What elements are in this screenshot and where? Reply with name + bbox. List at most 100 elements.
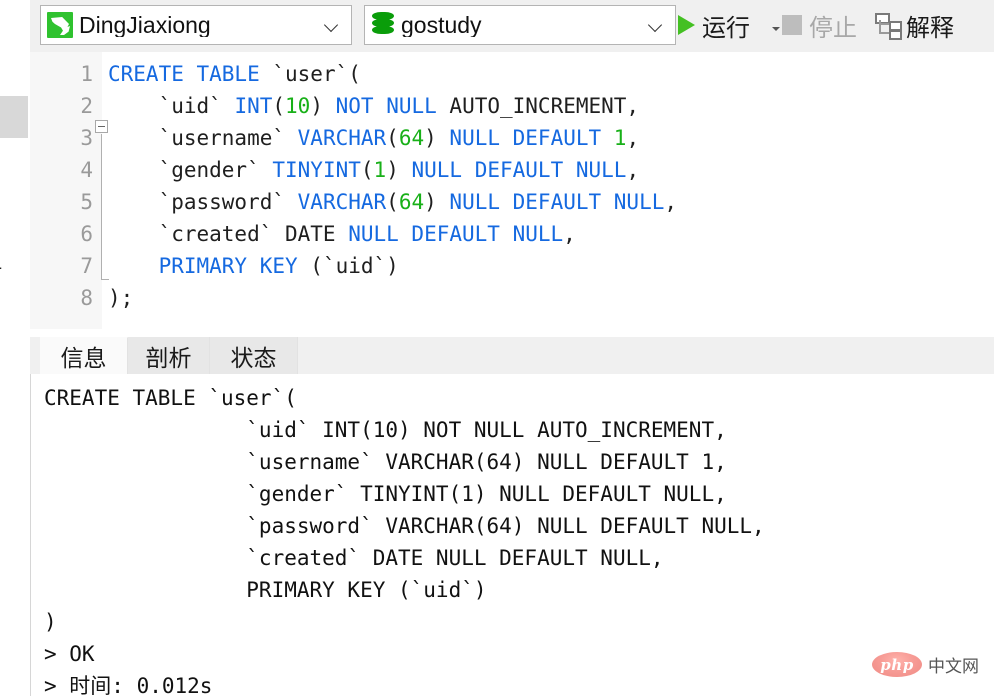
- run-button[interactable]: 运行: [678, 5, 780, 45]
- output-line: CREATE TABLE `user`(: [44, 386, 297, 410]
- code-token: `created` DATE: [108, 222, 349, 246]
- tab-info-label: 信息: [60, 345, 107, 371]
- chevron-down-icon[interactable]: [323, 16, 341, 34]
- stop-square-icon: [782, 15, 802, 35]
- code-token: 1: [613, 126, 627, 150]
- play-triangle-icon: [678, 15, 695, 35]
- code-token: `username`: [108, 126, 298, 150]
- line-number: 4: [80, 158, 93, 182]
- code-token: NULL DEFAULT NULL: [449, 190, 665, 214]
- tab-info[interactable]: 信息: [40, 337, 128, 374]
- editor-code-area[interactable]: CREATE TABLE `user`( `uid` INT(10) NOT N…: [102, 52, 994, 329]
- connection-name: DingJiaxiong: [79, 13, 211, 37]
- code-token: NULL DEFAULT: [449, 126, 614, 150]
- database-name: gostudy: [401, 13, 482, 37]
- code-token: 1: [373, 158, 387, 182]
- code-line: `password` VARCHAR(64) NULL DEFAULT NULL…: [102, 186, 994, 218]
- code-token: TINYINT: [272, 158, 361, 182]
- code-token: NULL DEFAULT NULL: [411, 158, 627, 182]
- code-line: `gender` TINYINT(1) NULL DEFAULT NULL,: [102, 154, 994, 186]
- code-line: PRIMARY KEY (`uid`): [102, 250, 994, 282]
- output-line: `username` VARCHAR(64) NULL DEFAULT 1,: [44, 450, 727, 474]
- line-number: 1: [80, 62, 93, 86]
- code-line: `uid` INT(10) NOT NULL AUTO_INCREMENT,: [102, 90, 994, 122]
- output-line: ): [44, 610, 57, 634]
- code-token: NULL DEFAULT NULL: [348, 222, 564, 246]
- code-line: CREATE TABLE `user`(: [102, 58, 994, 90]
- code-token: `gender`: [108, 158, 273, 182]
- code-token: ): [310, 94, 336, 118]
- mysql-dolphin-icon: [47, 12, 73, 38]
- code-token: ): [424, 190, 450, 214]
- sidebar-selected-block: [0, 96, 28, 138]
- php-logo-text: php: [880, 655, 914, 674]
- code-token: VARCHAR: [297, 190, 387, 214]
- connection-select[interactable]: DingJiaxiong: [40, 5, 352, 45]
- code-token: (: [386, 190, 399, 214]
- explain-button-label: 解释: [906, 14, 954, 42]
- stop-button[interactable]: 停止: [782, 5, 857, 45]
- results-tab-strip: 信息 剖析 状态: [30, 337, 994, 374]
- code-token: PRIMARY KEY: [158, 254, 311, 278]
- output-line: PRIMARY KEY (`uid`): [44, 578, 487, 602]
- output-line: `password` VARCHAR(64) NULL DEFAULT NULL…: [44, 514, 765, 538]
- php-logo-icon: php: [872, 652, 922, 677]
- output-line: `created` DATE NULL DEFAULT NULL,: [44, 546, 664, 570]
- code-token: CREATE TABLE: [108, 62, 273, 86]
- code-token: AUTO_INCREMENT,: [449, 94, 640, 118]
- tab-profile[interactable]: 剖析: [128, 337, 210, 374]
- code-token: INT: [234, 94, 273, 118]
- code-line: `username` VARCHAR(64) NULL DEFAULT 1,: [102, 122, 994, 154]
- code-token: 10: [285, 94, 311, 118]
- fold-region-line: [101, 134, 102, 280]
- line-number: 7: [80, 254, 93, 278]
- line-number: 3: [80, 126, 93, 150]
- code-token: );: [108, 286, 134, 310]
- sql-editor[interactable]: 12345678 CREATE TABLE `user`( `uid` INT(…: [30, 52, 994, 329]
- line-number: 5: [80, 190, 93, 214]
- code-token: (: [272, 94, 286, 118]
- explain-tree-icon: [875, 12, 902, 40]
- code-token: ,: [563, 222, 576, 246]
- output-line: `uid` INT(10) NOT NULL AUTO_INCREMENT,: [44, 418, 727, 442]
- line-number: 2: [80, 94, 93, 118]
- code-token: `password`: [108, 190, 298, 214]
- line-number: 6: [80, 222, 93, 246]
- fold-collapse-icon[interactable]: [95, 120, 108, 133]
- watermark: php 中文网: [872, 652, 979, 677]
- results-panel: 信息 剖析 状态 CREATE TABLE `user`( `uid` INT(…: [30, 329, 994, 696]
- watermark-site-text: 中文网: [928, 657, 979, 676]
- code-line: `created` DATE NULL DEFAULT NULL,: [102, 218, 994, 250]
- code-token: VARCHAR: [297, 126, 387, 150]
- chevron-down-icon[interactable]: [647, 16, 665, 34]
- code-token: ): [424, 126, 450, 150]
- fold-region-foot: [101, 279, 109, 280]
- code-token: (`uid`): [310, 254, 399, 278]
- tab-status[interactable]: 状态: [210, 337, 298, 374]
- tab-profile-label: 剖析: [145, 344, 192, 371]
- database-cylinder-icon: [371, 11, 395, 39]
- sidebar-remnant: a na: [0, 0, 30, 696]
- code-token: ,: [626, 158, 640, 182]
- code-token: 64: [398, 190, 425, 214]
- output-line: > OK: [44, 642, 95, 666]
- code-token: (: [360, 158, 374, 182]
- line-number: 8: [80, 286, 93, 310]
- results-output: CREATE TABLE `user`( `uid` INT(10) NOT N…: [30, 374, 994, 696]
- run-button-label: 运行: [702, 14, 750, 42]
- sidebar-text-fragment-2: na: [0, 251, 1, 275]
- output-line: > 时间: 0.012s: [44, 674, 213, 696]
- code-token: ): [386, 158, 412, 182]
- caret-down-icon[interactable]: [772, 27, 780, 31]
- database-select[interactable]: gostudy: [364, 5, 676, 45]
- code-token: `uid`: [108, 94, 235, 118]
- stop-button-label: 停止: [809, 14, 857, 42]
- editor-gutter: 1 2 3 4 5 6 7 8: [30, 52, 102, 329]
- explain-button[interactable]: 解释: [875, 5, 954, 45]
- toolbar: DingJiaxiong gostudy 运行 停止 解释: [30, 0, 994, 53]
- code-token: ,: [664, 190, 678, 214]
- code-token: ,: [626, 126, 640, 150]
- code-line: );: [102, 282, 994, 314]
- tab-status-label: 状态: [230, 344, 277, 371]
